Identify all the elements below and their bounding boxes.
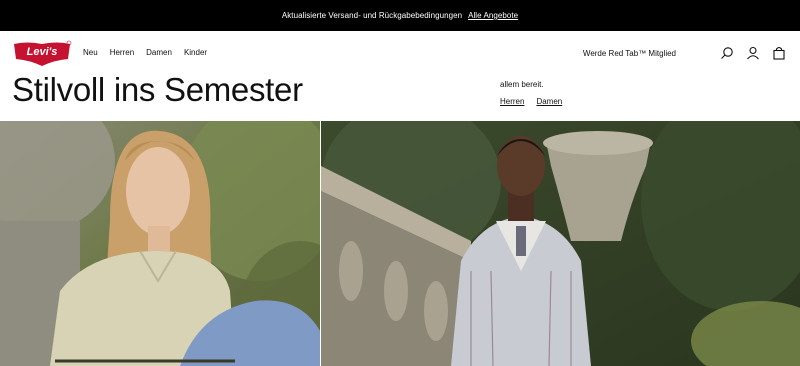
bag-icon[interactable] [772,46,786,60]
hero-link-herren[interactable]: Herren [500,97,524,106]
nav-item-neu[interactable]: Neu [83,48,98,57]
search-icon[interactable] [720,46,734,60]
hero-link-damen[interactable]: Damen [536,97,562,106]
nav-item-herren[interactable]: Herren [110,48,134,57]
svg-text:Levi's: Levi's [27,46,58,58]
nav-item-damen[interactable]: Damen [146,48,172,57]
site-header: Levi's Neu Herren Damen Kinder Werde Red… [0,31,800,75]
account-icon[interactable] [746,46,760,60]
hero-links: Herren Damen [500,97,562,106]
hero-images [0,121,800,366]
nav-item-kinder[interactable]: Kinder [184,48,207,57]
hero-description: allem bereit. [500,70,790,90]
levis-logo[interactable]: Levi's [12,40,72,67]
all-offers-link[interactable]: Alle Angebote [468,11,518,20]
red-tab-member-link[interactable]: Werde Red Tab™ Mitglied [583,49,676,58]
header-actions: Werde Red Tab™ Mitglied [583,44,786,62]
hero-image-woman[interactable] [0,121,320,366]
promo-bar: Aktualisierte Versand- und Rückgabebedin… [0,0,800,31]
hero-title: Stilvoll ins Semester [12,71,303,108]
hero-description-text: allem bereit. [500,80,544,89]
hero-image-man[interactable] [321,121,800,366]
main-nav: Neu Herren Damen Kinder [83,48,207,57]
promo-text: Aktualisierte Versand- und Rückgabebedin… [281,11,463,20]
